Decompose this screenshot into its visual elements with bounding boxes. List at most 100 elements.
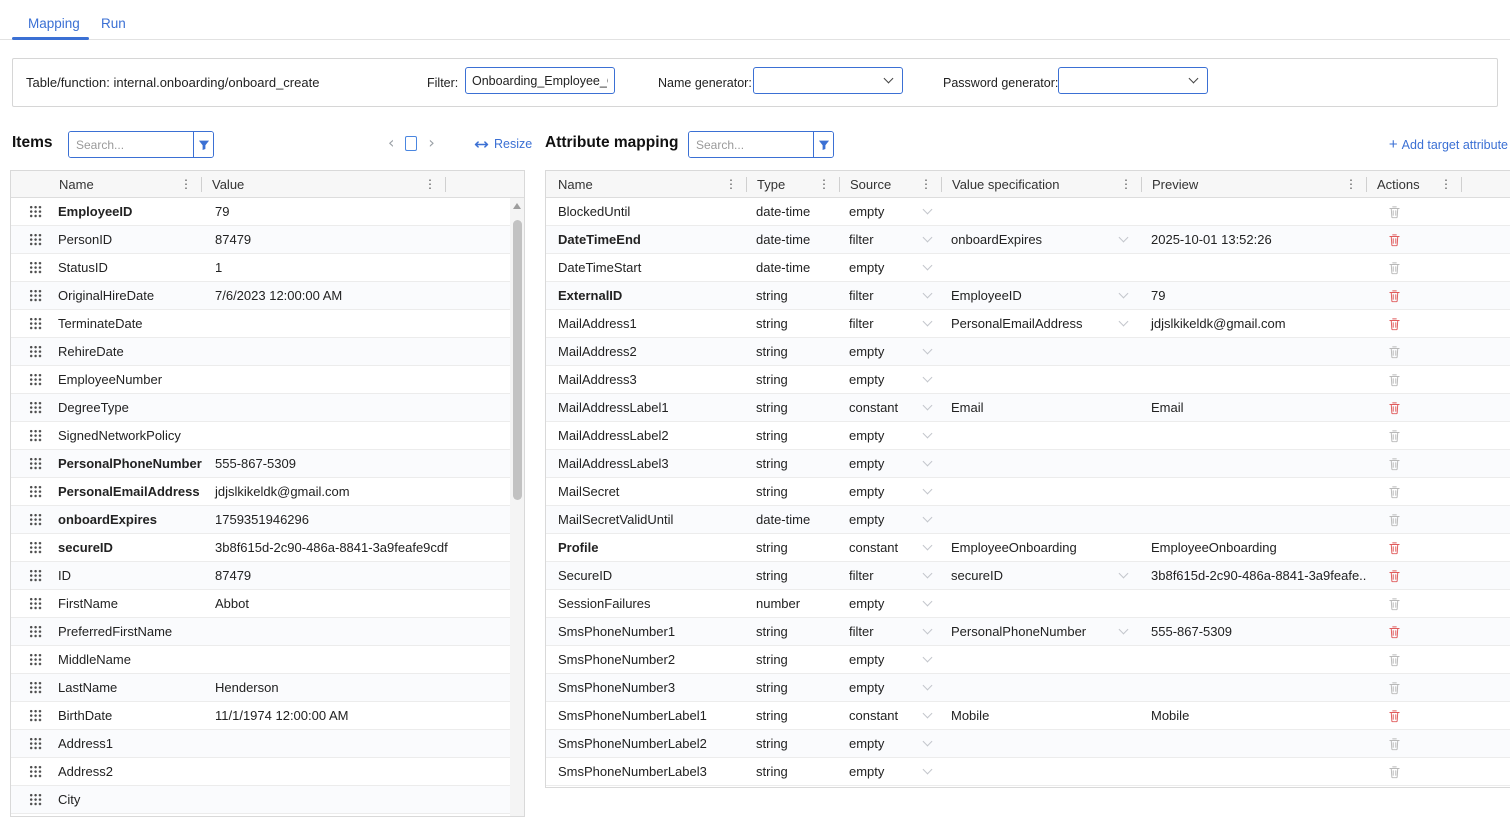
column-menu-icon[interactable]: ⋮ [177,176,195,192]
drag-handle-icon[interactable] [29,569,42,582]
table-row[interactable]: MailAddress2 string empty [546,338,1510,366]
table-row[interactable]: SessionFailures number empty [546,590,1510,618]
table-row[interactable]: FirstName Abbot [11,590,510,618]
table-row[interactable]: StatusID 1 [11,254,510,282]
table-row[interactable]: MiddleName [11,646,510,674]
delete-button[interactable] [1384,399,1405,417]
resize-button[interactable]: Resize [474,137,532,151]
table-row[interactable]: PersonID 87479 [11,226,510,254]
value-spec-select[interactable] [941,518,1141,521]
value-spec-select[interactable]: Mobile [941,708,1141,723]
table-row[interactable]: MailAddress3 string empty [546,366,1510,394]
table-row[interactable]: BirthDate 11/1/1974 12:00:00 AM [11,702,510,730]
add-target-attribute-button[interactable]: + Add target attribute [1389,137,1508,152]
table-row[interactable]: ExternalID string filter EmployeeID 79 [546,282,1510,310]
table-row[interactable]: SmsPhoneNumber2 string empty [546,646,1510,674]
table-row[interactable]: DateTimeStart date-time empty [546,254,1510,282]
table-row[interactable]: RehireDate [11,338,510,366]
drag-handle-icon[interactable] [29,681,42,694]
delete-button[interactable] [1384,315,1405,333]
page-prev-icon[interactable]: ‹ [388,135,394,151]
source-select[interactable]: empty [839,764,941,779]
value-spec-select[interactable]: Email [941,400,1141,415]
delete-button[interactable] [1384,735,1405,753]
table-row[interactable]: EmployeeNumber [11,366,510,394]
table-row[interactable]: MailAddressLabel2 string empty [546,422,1510,450]
source-select[interactable]: empty [839,736,941,751]
drag-handle-icon[interactable] [29,709,42,722]
value-spec-select[interactable] [941,266,1141,269]
drag-handle-icon[interactable] [29,765,42,778]
column-menu-icon[interactable]: ⋮ [1117,176,1135,192]
source-select[interactable]: constant [839,400,941,415]
source-select[interactable]: empty [839,204,941,219]
drag-handle-icon[interactable] [29,261,42,274]
table-row[interactable]: secureID 3b8f615d-2c90-486a-8841-3a9feaf… [11,534,510,562]
delete-button[interactable] [1384,763,1405,781]
delete-button[interactable] [1384,287,1405,305]
table-row[interactable]: MailSecret string empty [546,478,1510,506]
value-spec-select[interactable] [941,462,1141,465]
column-menu-icon[interactable]: ⋮ [917,176,935,192]
table-row[interactable]: DegreeType [11,394,510,422]
table-row[interactable]: OriginalHireDate 7/6/2023 12:00:00 AM [11,282,510,310]
items-scrollbar[interactable] [510,198,524,816]
delete-button[interactable] [1384,539,1405,557]
password-generator-select[interactable] [1058,67,1208,94]
delete-button[interactable] [1384,343,1405,361]
source-select[interactable]: empty [839,372,941,387]
drag-handle-icon[interactable] [29,429,42,442]
source-select[interactable]: empty [839,512,941,527]
table-row[interactable]: Address2 [11,758,510,786]
table-row[interactable]: MailSecretValidUntil date-time empty [546,506,1510,534]
delete-button[interactable] [1384,371,1405,389]
table-row[interactable]: Profile string constant EmployeeOnboardi… [546,534,1510,562]
table-row[interactable]: City [11,786,510,814]
name-generator-select[interactable] [753,67,903,94]
drag-handle-icon[interactable] [29,653,42,666]
drag-handle-icon[interactable] [29,737,42,750]
delete-button[interactable] [1384,231,1405,249]
value-spec-select[interactable]: onboardExpires [941,232,1141,247]
table-row[interactable]: PreferredFirstName [11,618,510,646]
table-row[interactable]: Address1 [11,730,510,758]
source-select[interactable]: filter [839,624,941,639]
table-row[interactable]: PersonalEmailAddress jdjslkikeldk@gmail.… [11,478,510,506]
delete-button[interactable] [1384,595,1405,613]
source-select[interactable]: empty [839,428,941,443]
drag-handle-icon[interactable] [29,205,42,218]
delete-button[interactable] [1384,203,1405,221]
column-menu-icon[interactable]: ⋮ [815,176,833,192]
delete-button[interactable] [1384,483,1405,501]
column-menu-icon[interactable]: ⋮ [722,176,740,192]
table-row[interactable]: SignedNetworkPolicy [11,422,510,450]
delete-button[interactable] [1384,651,1405,669]
column-menu-icon[interactable]: ⋮ [1437,176,1455,192]
scroll-up-icon[interactable] [513,203,521,209]
source-select[interactable]: empty [839,484,941,499]
table-row[interactable]: PersonalPhoneNumber 555-867-5309 [11,450,510,478]
column-menu-icon[interactable]: ⋮ [1342,176,1360,192]
delete-button[interactable] [1384,259,1405,277]
table-row[interactable]: MailAddress1 string filter PersonalEmail… [546,310,1510,338]
value-spec-select[interactable] [941,658,1141,661]
value-spec-select[interactable] [941,350,1141,353]
source-select[interactable]: filter [839,288,941,303]
page-indicator-icon[interactable] [405,136,417,151]
table-row[interactable]: SmsPhoneNumberLabel2 string empty [546,730,1510,758]
table-row[interactable]: SmsPhoneNumberLabel3 string empty [546,758,1510,786]
drag-handle-icon[interactable] [29,373,42,386]
page-next-icon[interactable]: › [428,135,434,151]
delete-button[interactable] [1384,511,1405,529]
value-spec-select[interactable] [941,490,1141,493]
drag-handle-icon[interactable] [29,597,42,610]
delete-button[interactable] [1384,455,1405,473]
source-select[interactable]: filter [839,568,941,583]
filter-funnel-icon[interactable] [193,132,213,157]
drag-handle-icon[interactable] [29,541,42,554]
table-row[interactable]: EmployeeID 79 [11,198,510,226]
value-spec-select[interactable] [941,770,1141,773]
tab-run[interactable]: Run [101,16,126,31]
tab-mapping[interactable]: Mapping [28,16,80,31]
table-row[interactable]: MailAddressLabel3 string empty [546,450,1510,478]
